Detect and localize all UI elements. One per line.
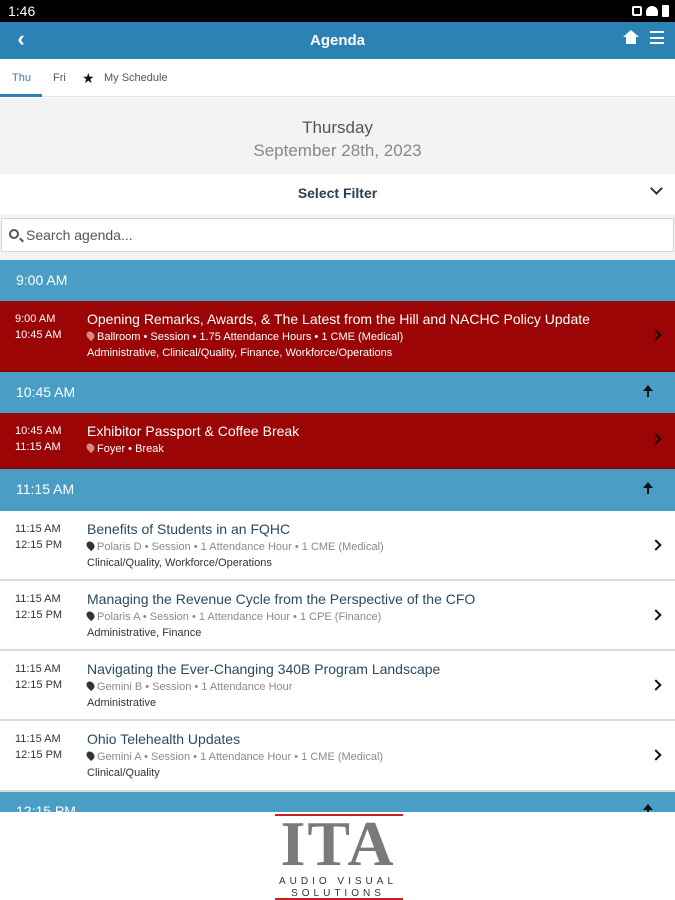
session-end: 12:15 PM — [15, 749, 63, 761]
status-time: 1:46 — [8, 3, 36, 19]
filter-label: Select Filter — [297, 185, 378, 201]
page-title: Agenda — [309, 32, 365, 49]
date-header: Thursday September 28th, 2023 — [0, 98, 675, 174]
session-title: Opening Remarks, Awards, & The Latest fr… — [87, 311, 590, 327]
session-meta: Ballroom • Session • 1.75 Attendance Hou… — [84, 329, 404, 343]
tab-fri[interactable]: Fri — [53, 72, 66, 84]
date-day: Thursday — [302, 118, 373, 137]
session-meta-text: Gemini A • Session • 1 Attendance Hour •… — [97, 751, 384, 763]
arrow-up-icon[interactable] — [643, 804, 653, 812]
tab-my-schedule[interactable]: My Schedule — [104, 72, 168, 84]
session-row[interactable]: 11:15 AM 12:15 PM Ohio Telehealth Update… — [0, 721, 675, 792]
chevron-right-icon — [650, 749, 662, 761]
session-row[interactable]: 9:00 AM 10:45 AM Opening Remarks, Awards… — [0, 301, 675, 372]
session-meta: Gemini B • Session • 1 Attendance Hour — [84, 679, 293, 693]
session-start: 10:45 AM — [15, 425, 62, 437]
tab-thu[interactable]: Thu — [12, 72, 31, 84]
session-end: 11:15 AM — [15, 441, 61, 453]
search-box[interactable] — [1, 218, 674, 252]
home-button[interactable] — [623, 30, 639, 46]
session-end: 12:15 PM — [15, 679, 63, 691]
filter-dropdown[interactable]: Select Filter — [0, 174, 675, 214]
session-tags: Clinical/Quality, Workforce/Operations — [87, 557, 272, 569]
chevron-right-icon — [650, 329, 662, 341]
session-end: 12:15 PM — [15, 609, 63, 621]
location-pin-icon — [84, 609, 97, 622]
location-pin-icon — [84, 749, 97, 762]
session-tags: Administrative, Clinical/Quality, Financ… — [87, 347, 393, 359]
date-full: September 28th, 2023 — [253, 141, 422, 160]
arrow-up-icon[interactable] — [643, 385, 653, 399]
time-group-label: 9:00 AM — [16, 272, 68, 288]
status-icons — [632, 5, 669, 17]
session-start: 11:15 AM — [15, 733, 61, 745]
time-group-header: 10:45 AM — [0, 372, 675, 413]
footer: ITA AUDIO VISUAL SOLUTIONS — [0, 812, 675, 900]
logo-subtitle-1: AUDIO VISUAL — [278, 876, 398, 887]
session-tags: Administrative, Finance — [87, 627, 202, 639]
session-meta: Polaris D • Session • 1 Attendance Hour … — [84, 539, 384, 553]
search-icon — [9, 229, 19, 239]
session-row[interactable]: 11:15 AM 12:15 PM Navigating the Ever-Ch… — [0, 651, 675, 721]
app-bar: ‹ Agenda — [0, 22, 675, 59]
session-row[interactable]: 11:15 AM 12:15 PM Benefits of Students i… — [0, 511, 675, 581]
chevron-right-icon — [650, 433, 662, 445]
session-meta: Polaris A • Session • 1 Attendance Hour … — [84, 609, 382, 623]
session-title: Managing the Revenue Cycle from the Pers… — [87, 591, 476, 607]
status-bar: 1:46 — [0, 0, 675, 22]
mute-icon — [632, 6, 642, 16]
menu-button[interactable] — [650, 31, 664, 44]
search-input[interactable] — [26, 224, 646, 246]
chevron-right-icon — [650, 539, 662, 551]
ita-logo: ITA AUDIO VISUAL SOLUTIONS — [273, 808, 403, 900]
session-meta-text: Polaris D • Session • 1 Attendance Hour … — [97, 541, 384, 553]
logo-text: ITA — [280, 808, 396, 879]
time-group-label: 12:15 PM — [16, 803, 76, 812]
search-area — [0, 214, 675, 260]
chevron-right-icon — [650, 609, 662, 621]
session-row[interactable]: 10:45 AM 11:15 AM Exhibitor Passport & C… — [0, 413, 675, 469]
session-title: Navigating the Ever-Changing 340B Progra… — [87, 661, 441, 677]
arrow-up-icon[interactable] — [643, 482, 653, 496]
time-group-header: 11:15 AM — [0, 469, 675, 511]
session-title: Benefits of Students in an FQHC — [87, 521, 291, 537]
session-meta: Foyer • Break — [84, 441, 164, 455]
session-meta-text: Gemini B • Session • 1 Attendance Hour — [97, 681, 293, 693]
session-meta-text: Ballroom • Session • 1.75 Attendance Hou… — [97, 331, 404, 343]
session-start: 9:00 AM — [15, 313, 56, 325]
session-meta: Gemini A • Session • 1 Attendance Hour •… — [84, 749, 384, 763]
location-pin-icon — [84, 539, 97, 552]
chevron-right-icon — [650, 679, 662, 691]
session-end: 12:15 PM — [15, 539, 63, 551]
time-group-label: 11:15 AM — [16, 481, 75, 497]
location-pin-icon — [84, 329, 97, 342]
session-tags: Clinical/Quality — [87, 767, 160, 779]
day-tabs: Thu Fri ★ My Schedule — [0, 59, 675, 97]
session-tags: Administrative — [87, 697, 157, 709]
battery-icon — [662, 5, 669, 17]
wifi-icon — [646, 6, 658, 16]
active-tab-indicator — [0, 94, 42, 97]
location-pin-icon — [84, 441, 97, 454]
hamburger-icon — [650, 31, 664, 33]
session-title: Exhibitor Passport & Coffee Break — [87, 423, 300, 439]
session-meta-text: Polaris A • Session • 1 Attendance Hour … — [97, 611, 382, 623]
star-icon: ★ — [82, 70, 95, 86]
session-row[interactable]: 11:15 AM 12:15 PM Managing the Revenue C… — [0, 581, 675, 651]
session-title: Ohio Telehealth Updates — [87, 731, 241, 747]
time-group-label: 10:45 AM — [16, 384, 76, 400]
session-start: 11:15 AM — [15, 523, 61, 535]
session-meta-text: Foyer • Break — [97, 443, 164, 455]
location-pin-icon — [84, 679, 97, 692]
session-end: 10:45 AM — [15, 329, 62, 341]
time-group-header: 9:00 AM — [0, 260, 675, 301]
home-icon — [623, 30, 639, 37]
session-start: 11:15 AM — [15, 663, 61, 675]
session-start: 11:15 AM — [15, 593, 61, 605]
